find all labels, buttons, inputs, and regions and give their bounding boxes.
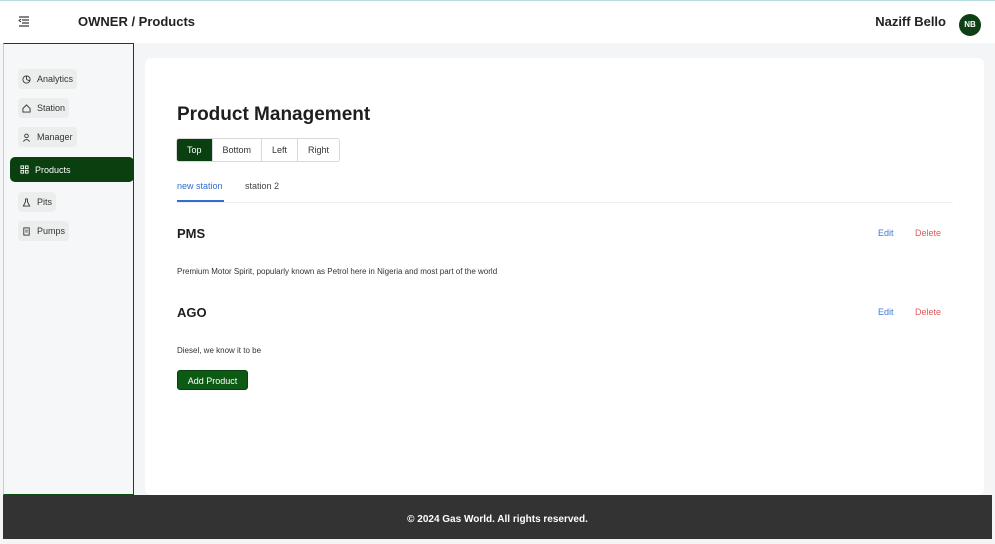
product-description: Diesel, we know it to be	[177, 346, 262, 355]
sidebar-item-label: Manager	[37, 132, 73, 142]
sidebar-item-station[interactable]: Station	[18, 98, 70, 118]
station-tabs: new station station 2	[177, 176, 953, 203]
product-name: PMS	[177, 226, 206, 241]
user-icon	[22, 133, 31, 142]
sidebar: Analytics Station Manager Products Pits …	[3, 43, 134, 495]
edit-link[interactable]: Edit	[878, 307, 894, 317]
product-name: AGO	[177, 305, 207, 320]
tab-new-station[interactable]: new station	[177, 181, 223, 191]
sidebar-item-manager[interactable]: Manager	[18, 127, 77, 147]
active-tab-indicator	[177, 200, 224, 202]
sidebar-item-pumps[interactable]: Pumps	[18, 221, 70, 241]
sidebar-item-label: Pits	[37, 197, 53, 207]
breadcrumb: OWNER / Products	[78, 14, 196, 29]
main-content: Product Management Top Bottom Left Right…	[145, 58, 984, 495]
sidebar-item-label: Pumps	[37, 226, 66, 236]
home-icon	[22, 103, 31, 113]
flask-icon	[22, 197, 31, 207]
grid-icon	[20, 165, 29, 174]
tab-station-2[interactable]: station 2	[245, 181, 279, 191]
document-icon	[23, 226, 30, 236]
position-selector: Top Bottom Left Right	[176, 138, 341, 162]
user-name: Naziff Bello	[875, 14, 946, 29]
delete-link[interactable]: Delete	[915, 228, 941, 238]
sidebar-item-analytics[interactable]: Analytics	[18, 69, 78, 89]
avatar[interactable]: NB	[959, 14, 981, 36]
top-bar: OWNER / Products Naziff Bello NB	[0, 0, 995, 43]
position-option-top[interactable]: Top	[177, 139, 213, 161]
position-option-bottom[interactable]: Bottom	[212, 139, 263, 161]
edit-link[interactable]: Edit	[878, 228, 894, 238]
sidebar-item-pits[interactable]: Pits	[18, 192, 57, 212]
pie-chart-icon	[22, 74, 31, 84]
sidebar-item-label: Station	[37, 103, 66, 113]
delete-link[interactable]: Delete	[915, 307, 941, 317]
menu-toggle-icon[interactable]	[17, 14, 31, 28]
sidebar-item-label: Analytics	[37, 74, 74, 84]
product-description: Premium Motor Spirit, popularly known as…	[177, 267, 498, 276]
position-option-left[interactable]: Left	[262, 139, 299, 161]
footer: © 2024 Gas World. All rights reserved.	[3, 495, 992, 539]
position-option-right[interactable]: Right	[298, 139, 340, 161]
add-product-button[interactable]: Add Product	[177, 370, 248, 390]
page-title: Product Management	[177, 104, 371, 125]
sidebar-item-label: Products	[35, 164, 71, 175]
sidebar-item-products[interactable]: Products	[10, 157, 134, 182]
